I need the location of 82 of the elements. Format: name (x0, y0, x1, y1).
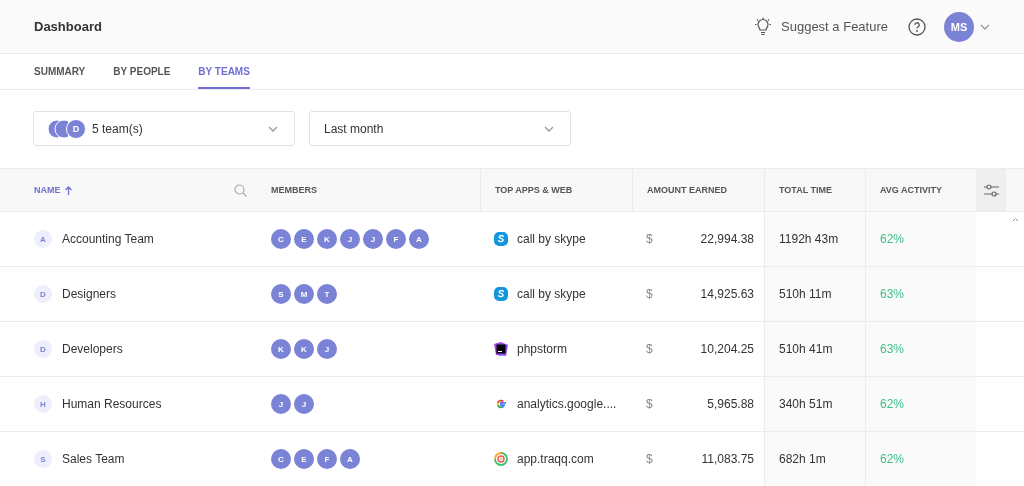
currency-symbol: $ (646, 452, 653, 466)
total-time-cell: 1192h 43m (764, 212, 865, 266)
member-avatar: K (271, 339, 291, 359)
avg-activity-cell: 62% (865, 432, 976, 486)
team-initial: H (34, 395, 52, 413)
google-icon (494, 397, 508, 411)
amount-earned: 14,925.63 (700, 287, 754, 301)
amount-earned: 11,083.75 (701, 452, 754, 466)
team-name[interactable]: Human Resources (62, 397, 162, 411)
chevron-down-icon (980, 23, 990, 30)
member-avatar: J (271, 394, 291, 414)
column-header[interactable]: AVG ACTIVITY (880, 185, 942, 195)
lightbulb-icon (753, 16, 774, 37)
member-avatar: C (271, 229, 291, 249)
column-header[interactable]: MEMBERS (271, 185, 317, 195)
member-avatar: K (317, 229, 337, 249)
member-avatar: E (294, 449, 314, 469)
team-avatar: D (66, 118, 86, 139)
settings-button[interactable] (976, 169, 1006, 211)
team-initial: A (34, 230, 52, 248)
help-icon[interactable] (908, 17, 926, 36)
column-header[interactable]: NAME (34, 185, 61, 195)
member-avatar: K (294, 339, 314, 359)
column-header[interactable]: TOTAL TIME (779, 185, 832, 195)
avg-activity-cell: 62% (865, 212, 976, 266)
member-avatar: F (317, 449, 337, 469)
page-title: Dashboard (34, 19, 103, 34)
team-name[interactable]: Sales Team (62, 452, 125, 466)
period-select[interactable]: Last month (309, 111, 571, 146)
total-time-cell: 510h 11m (764, 267, 865, 321)
phpstorm-icon (494, 342, 508, 356)
total-time-cell: 510h 41m (764, 322, 865, 376)
team-initial: D (34, 285, 52, 303)
app-name: call by skype (517, 287, 586, 301)
amount-earned: 5,965.88 (707, 397, 754, 411)
member-avatar: A (340, 449, 360, 469)
currency-symbol: $ (646, 287, 653, 301)
member-avatar: J (317, 339, 337, 359)
member-avatar: F (386, 229, 406, 249)
total-time-cell: 340h 51m (764, 377, 865, 431)
currency-symbol: $ (646, 342, 653, 356)
tab[interactable]: BY PEOPLE (113, 54, 171, 89)
traqq-icon (494, 452, 508, 466)
search-icon[interactable] (234, 183, 247, 197)
app-name: app.traqq.com (517, 452, 594, 466)
member-avatar: C (271, 449, 291, 469)
team-name[interactable]: Accounting Team (62, 232, 154, 246)
member-avatar: S (271, 284, 291, 304)
team-initial: D (34, 340, 52, 358)
suggest-feature-button[interactable]: Suggest a Feature (753, 16, 888, 37)
tab[interactable]: SUMMARY (34, 54, 86, 89)
amount-earned: 10,204.25 (700, 342, 754, 356)
member-avatar: J (340, 229, 360, 249)
member-avatar: J (363, 229, 383, 249)
team-select[interactable]: D 5 team(s) (33, 111, 295, 146)
currency-symbol: $ (646, 397, 653, 411)
amount-earned: 22,994.38 (700, 232, 754, 246)
settings-icon[interactable] (984, 183, 999, 197)
member-avatar: J (294, 394, 314, 414)
scroll-up-icon[interactable] (1011, 217, 1019, 222)
app-name: phpstorm (517, 342, 568, 356)
skype-icon (494, 232, 508, 246)
currency-symbol: $ (646, 232, 653, 246)
member-avatar: T (317, 284, 337, 304)
column-header[interactable]: AMOUNT EARNED (647, 185, 727, 195)
tab[interactable]: BY TEAMS (198, 54, 250, 89)
member-avatar: M (294, 284, 314, 304)
chevron-down-icon (544, 125, 554, 132)
chevron-down-icon (268, 125, 278, 132)
team-initial: S (34, 450, 52, 468)
app-name: analytics.google.... (517, 397, 617, 411)
avg-activity-cell: 63% (865, 322, 976, 376)
team-name[interactable]: Developers (62, 342, 123, 356)
team-name[interactable]: Designers (62, 287, 117, 301)
skype-icon (494, 287, 508, 301)
column-header[interactable]: TOP APPS & WEB (495, 185, 573, 195)
member-avatar: A (409, 229, 429, 249)
avg-activity-cell: 62% (865, 377, 976, 431)
total-time-cell: 682h 1m (764, 432, 865, 486)
app-name: call by skype (517, 232, 586, 246)
avg-activity-cell: 63% (865, 267, 976, 321)
member-avatar: E (294, 229, 314, 249)
